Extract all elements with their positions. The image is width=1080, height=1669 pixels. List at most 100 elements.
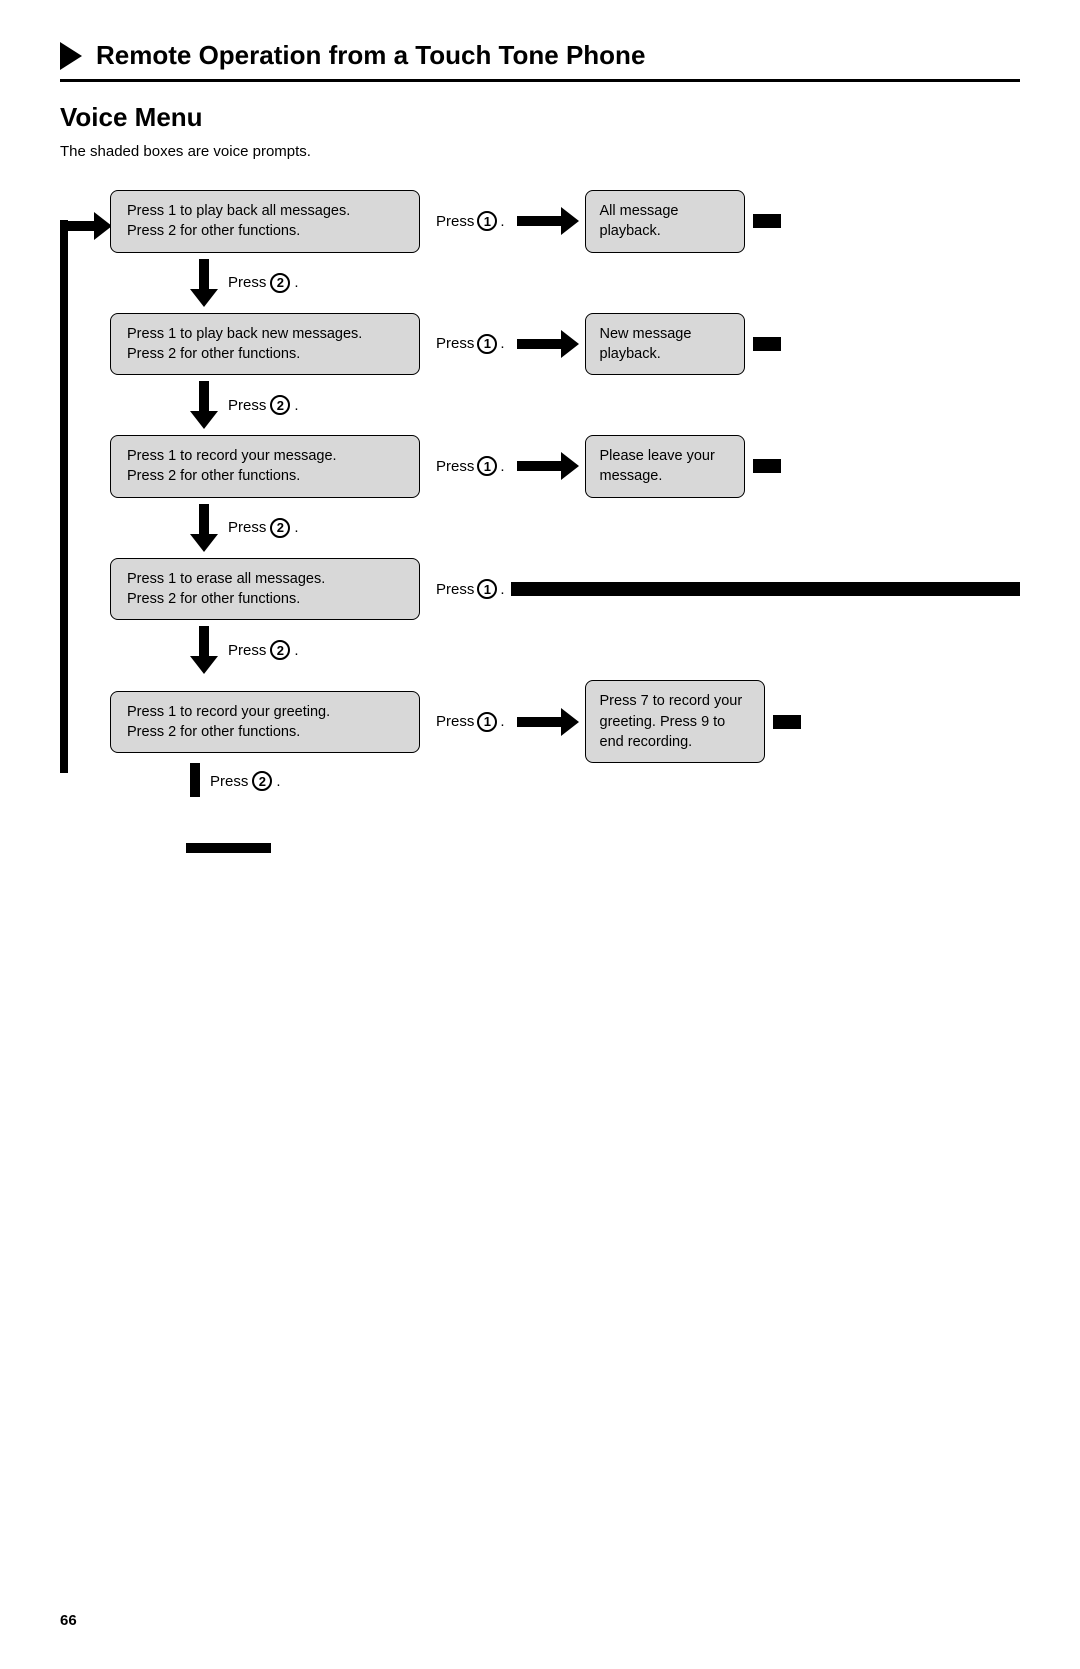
press-text-4: Press (436, 581, 474, 598)
left-box-2-line2: Press 2 for other functions. (127, 346, 300, 362)
flow-row-5: Press 1 to record your greeting. Press 2… (110, 680, 1020, 763)
h-arrow-5 (517, 708, 579, 736)
subtitle: The shaded boxes are voice prompts. (60, 143, 1020, 160)
v-arrowhead-4 (190, 656, 218, 674)
right-box-1-text: All message playback. (600, 203, 679, 239)
flow-item-5: Press 1 to record your greeting. Press 2… (110, 680, 1020, 853)
press-label-5: Press 1. (436, 712, 505, 732)
h-arrow-2 (517, 330, 579, 358)
v-arrowhead-2 (190, 411, 218, 429)
press2-text-3: Press (228, 519, 266, 536)
flow-row-1: Press 1 to play back all messages. Press… (110, 190, 1020, 253)
down-arrow-4 (190, 626, 218, 674)
right-box-2: New message playback. (585, 313, 745, 376)
right-box-2-text: New message playback. (600, 326, 692, 362)
thick-bar-ext-4 (511, 582, 1020, 596)
right-box-5: Press 7 to record your greeting. Press 9… (585, 680, 765, 763)
press2-text-2: Press (228, 397, 266, 414)
press2-text-5: Press (210, 773, 248, 790)
v-shaft-2 (199, 381, 209, 411)
press2-label-1: Press 2. (228, 273, 299, 293)
press2-row-3: Press 2. (190, 498, 1020, 558)
h-arrow-head-5 (561, 708, 579, 736)
left-box-1-line2: Press 2 for other functions. (127, 223, 300, 239)
right-box-1: All message playback. (585, 190, 745, 253)
left-box-4: Press 1 to erase all messages. Press 2 f… (110, 558, 420, 621)
thick-bar-1 (753, 214, 781, 228)
header-title: Remote Operation from a Touch Tone Phone (96, 40, 645, 71)
left-box-4-line1: Press 1 to erase all messages. (127, 571, 325, 587)
right-cont-3 (753, 459, 781, 473)
press-label-1: Press 1. (436, 211, 505, 231)
left-box-2-line1: Press 1 to play back new messages. (127, 326, 362, 342)
v-arrowhead-3 (190, 534, 218, 552)
press2-label-3: Press 2. (228, 518, 299, 538)
press-text-1: Press (436, 213, 474, 230)
press-number-4: 1 (477, 579, 497, 599)
down-arrow-2 (190, 381, 218, 429)
down-arrow-1 (190, 259, 218, 307)
left-box-1-line1: Press 1 to play back all messages. (127, 203, 350, 219)
press2-row-5: Press 2. (190, 763, 1020, 843)
left-box-3-line2: Press 2 for other functions. (127, 468, 300, 484)
press2-label-2: Press 2. (228, 395, 299, 415)
left-box-5-line1: Press 1 to record your greeting. (127, 704, 330, 720)
h-arrow-shaft-3 (517, 461, 561, 471)
flow-item-4: Press 1 to erase all messages. Press 2 f… (110, 558, 1020, 681)
right-cont-2 (753, 337, 781, 351)
down-arrow-3 (190, 504, 218, 552)
thick-bar-2 (753, 337, 781, 351)
press2-row-4: Press 2. (190, 620, 1020, 680)
h-arrow-shaft-5 (517, 717, 561, 727)
press-label-3: Press 1. (436, 456, 505, 476)
right-ext-bar-4 (511, 582, 1020, 596)
bottom-h-bar (186, 843, 271, 853)
flow-row-3: Press 1 to record your message. Press 2 … (110, 435, 1020, 498)
press-label-4: Press 1. (436, 579, 505, 599)
press2-row-2: Press 2. (190, 375, 1020, 435)
thick-bar-3 (753, 459, 781, 473)
right-box-3-text: Please leave your message. (600, 448, 715, 484)
down-arrow-5 (190, 763, 200, 797)
left-box-3: Press 1 to record your message. Press 2 … (110, 435, 420, 498)
press2-number-5: 2 (252, 771, 272, 791)
thick-bar-5 (773, 715, 801, 729)
h-arrow-head-3 (561, 452, 579, 480)
flow-row-2: Press 1 to play back new messages. Press… (110, 313, 1020, 376)
press-number-2: 1 (477, 334, 497, 354)
h-arrow-shaft-2 (517, 339, 561, 349)
press2-number-4: 2 (270, 640, 290, 660)
press2-number-1: 2 (270, 273, 290, 293)
left-box-2: Press 1 to play back new messages. Press… (110, 313, 420, 376)
page-number: 66 (60, 1612, 77, 1629)
flow-item-1: Press 1 to play back all messages. Press… (110, 190, 1020, 313)
left-box-5: Press 1 to record your greeting. Press 2… (110, 691, 420, 754)
press2-number-3: 2 (270, 518, 290, 538)
press-number-1: 1 (477, 211, 497, 231)
section-title: Voice Menu (60, 102, 1020, 133)
press-number-3: 1 (477, 456, 497, 476)
right-box-3: Please leave your message. (585, 435, 745, 498)
press-text-3: Press (436, 458, 474, 475)
press2-label-4: Press 2. (228, 640, 299, 660)
press2-text-1: Press (228, 274, 266, 291)
flow-row-4: Press 1 to erase all messages. Press 2 f… (110, 558, 1020, 621)
v-shaft-1 (199, 259, 209, 289)
press-text-2: Press (436, 335, 474, 352)
v-arrowhead-1 (190, 289, 218, 307)
bottom-loop-bar (186, 843, 1020, 853)
h-arrow-shaft-1 (517, 216, 561, 226)
press-number-5: 1 (477, 712, 497, 732)
press2-label-5: Press 2. (210, 771, 281, 791)
v-shaft-4 (199, 626, 209, 656)
press2-row-1: Press 2. (190, 253, 1020, 313)
press2-text-4: Press (228, 642, 266, 659)
right-box-5-text: Press 7 to record your greeting. Press 9… (600, 693, 743, 750)
left-loop-line (60, 220, 68, 773)
h-arrow-head-2 (561, 330, 579, 358)
h-arrow-head-1 (561, 207, 579, 235)
right-cont-1 (753, 214, 781, 228)
h-arrow-3 (517, 452, 579, 480)
left-box-5-line2: Press 2 for other functions. (127, 724, 300, 740)
left-box-3-line1: Press 1 to record your message. (127, 448, 337, 464)
